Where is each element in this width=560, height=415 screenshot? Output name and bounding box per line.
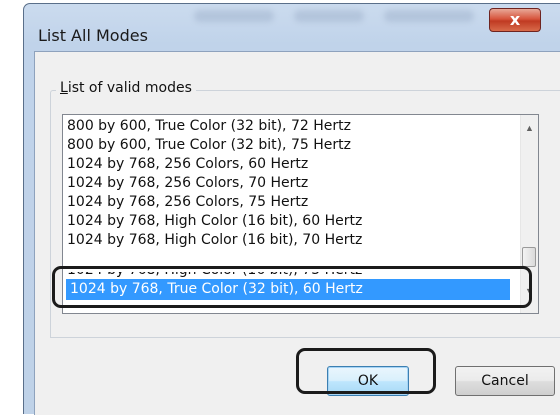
title-bar-blur: [194, 10, 274, 22]
list-item[interactable]: 1024 by 768, High Color (16 bit), 60 Her…: [66, 212, 516, 231]
title-bar-blur: [384, 10, 474, 22]
list-item[interactable]: 1024 by 768, 256 Colors, 60 Hertz: [66, 155, 516, 174]
group-label-text: ist of valid modes: [67, 80, 192, 96]
list-item[interactable]: 800 by 600, True Color (32 bit), 75 Hert…: [66, 136, 516, 155]
close-button[interactable]: x: [489, 8, 541, 32]
modes-list: 800 by 600, True Color (32 bit), 72 Hert…: [66, 117, 516, 250]
dialog-title: List All Modes: [38, 26, 148, 45]
list-item[interactable]: 1024 by 768, 256 Colors, 75 Hertz: [66, 193, 516, 212]
list-item[interactable]: 800 by 600, True Color (32 bit), 72 Hert…: [66, 117, 516, 136]
selected-list-item[interactable]: 1024 by 768, True Color (32 bit), 60 Her…: [66, 279, 510, 300]
scroll-down-arrow-icon[interactable]: ▼: [521, 283, 538, 300]
close-icon: x: [509, 10, 521, 29]
title-bar-blur: [294, 10, 364, 22]
ok-button[interactable]: OK: [327, 366, 409, 396]
list-item[interactable]: 1024 by 768, High Color (16 bit), 70 Her…: [66, 231, 516, 250]
scroll-up-arrow-icon[interactable]: ▲: [521, 120, 538, 137]
group-label-mnemonic: L: [60, 80, 68, 96]
modes-group-label: List of valid modes: [56, 80, 196, 96]
dialog-client-area: List of valid modes 800 by 600, True Col…: [34, 51, 560, 415]
modes-listbox[interactable]: 800 by 600, True Color (32 bit), 72 Hert…: [62, 114, 539, 314]
vertical-scrollbar[interactable]: ▲ ▼: [520, 115, 538, 313]
list-all-modes-dialog: List All Modes x List of valid modes 800…: [23, 3, 560, 415]
title-bar[interactable]: List All Modes x: [24, 4, 560, 57]
list-item[interactable]: 1024 by 768, 256 Colors, 70 Hertz: [66, 174, 516, 193]
scroll-thumb[interactable]: [522, 247, 536, 267]
cancel-button[interactable]: Cancel: [455, 366, 555, 396]
